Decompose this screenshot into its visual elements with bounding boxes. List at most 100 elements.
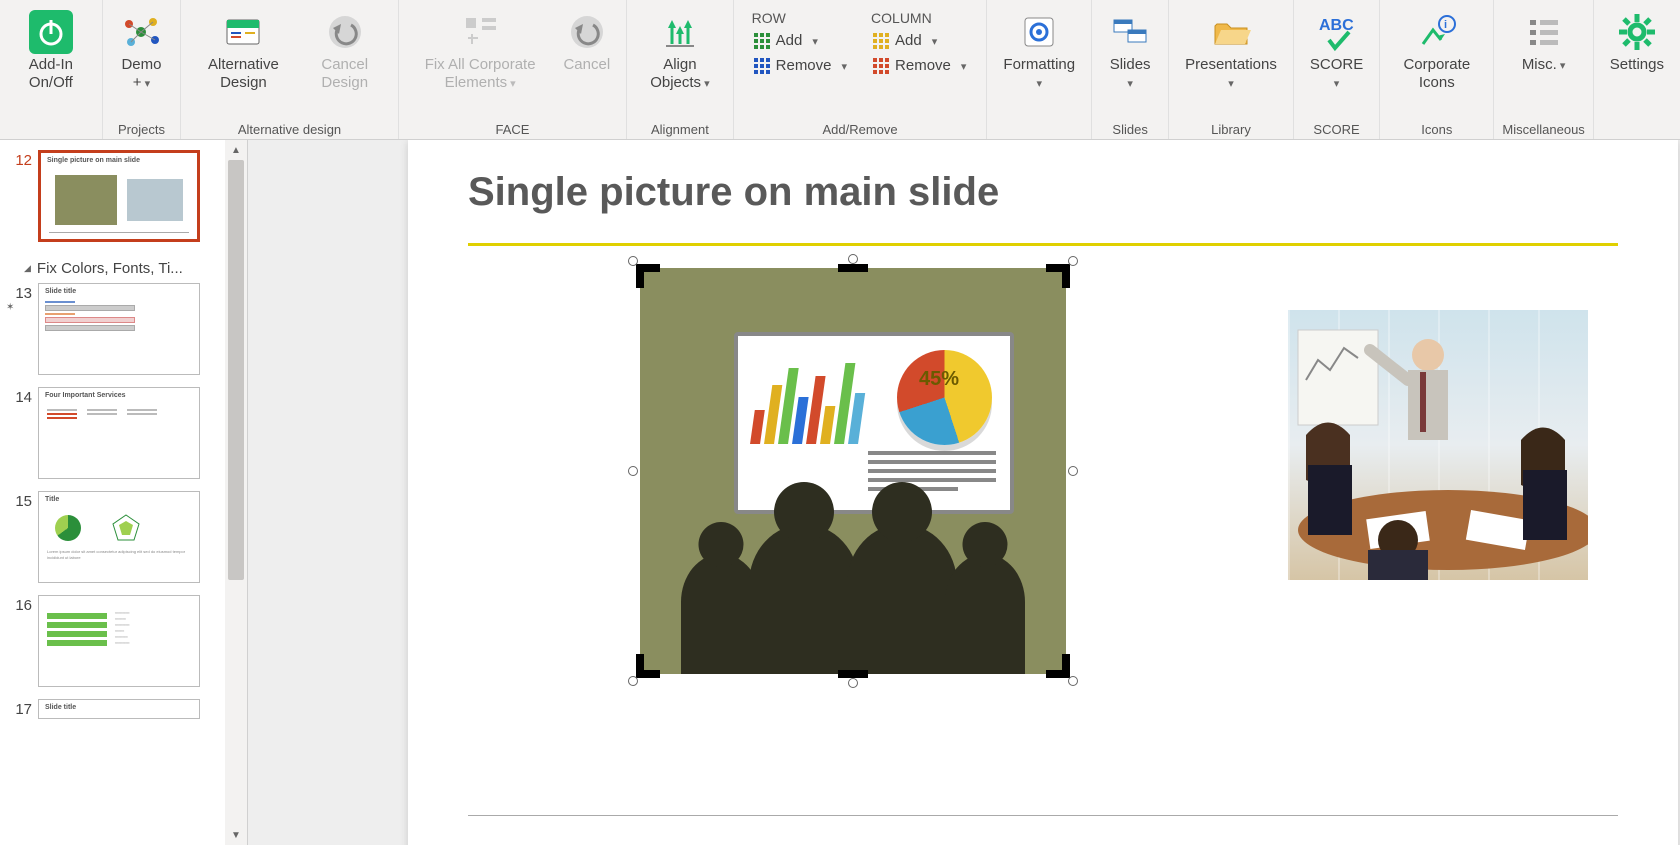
ribbon: Add-In On/Off Demo + Projects Alternativ…	[0, 0, 1680, 140]
presentations-button[interactable]: Presentations	[1177, 6, 1285, 96]
slide-thumbnail-13[interactable]: Slide title	[38, 283, 200, 375]
scroll-thumb[interactable]	[228, 160, 244, 580]
group-icons: i Corporate Icons Icons	[1380, 0, 1494, 139]
settings-button[interactable]: Settings	[1602, 6, 1672, 78]
slide-number: 17	[6, 699, 32, 718]
selection-handle-bl[interactable]	[628, 676, 638, 686]
selection-handle-tr[interactable]	[1068, 256, 1078, 266]
crop-handle-top[interactable]	[838, 264, 868, 272]
selection-handle-tl[interactable]	[628, 256, 638, 266]
addin-onoff-button[interactable]: Add-In On/Off	[8, 6, 94, 96]
fix-icon	[458, 10, 502, 54]
slide-footer-line	[468, 815, 1618, 816]
slide-thumbnail-panel: 12 Single picture on main slide Fix Colo…	[0, 140, 248, 845]
abc-check-icon: ABC	[1315, 10, 1359, 54]
chevron-down-icon	[957, 57, 967, 74]
slide-thumbnail-15[interactable]: Title Lorem ipsum dolor sit amet consect…	[38, 491, 200, 583]
demo-button[interactable]: Demo +	[111, 6, 172, 96]
scroll-track[interactable]	[225, 160, 247, 825]
formatting-label: Formatting	[1003, 56, 1075, 92]
illustration-bars	[750, 359, 872, 444]
slide-number: 15	[6, 491, 32, 510]
crop-handle-bl[interactable]	[636, 654, 660, 678]
chevron-down-icon	[838, 57, 848, 74]
thumbnail-row: 15 Title Lorem ipsum dolor sit amet cons…	[6, 491, 226, 583]
dots-icon	[754, 33, 770, 49]
align-objects-button[interactable]: Align Objects	[635, 6, 724, 96]
slide-thumbnail-17[interactable]: Slide title	[38, 699, 200, 719]
slides-icon	[1108, 10, 1152, 54]
thumbnail-row: 17 Slide title	[6, 699, 226, 719]
group-formatting: Formatting	[987, 0, 1092, 139]
slide-number: 14	[6, 387, 32, 406]
scroll-up-button[interactable]: ▲	[225, 140, 247, 160]
group-face: Fix All Corporate Elements Cancel FACE	[399, 0, 627, 139]
slide-canvas-area[interactable]: Single picture on main slide	[248, 140, 1680, 845]
alt-design-icon	[221, 10, 265, 54]
alternative-design-label: Alternative Design	[197, 56, 290, 92]
corporate-icons-label: Corporate Icons	[1396, 56, 1477, 92]
group-projects: Demo + Projects	[103, 0, 181, 139]
icons-group-label: Icons	[1421, 120, 1452, 137]
slide-number: 12	[6, 150, 32, 169]
misc-group-label: Miscellaneous	[1502, 120, 1584, 137]
illustration-pie: 45%	[897, 350, 992, 445]
selection-handle-top[interactable]	[848, 254, 858, 264]
col-remove-button[interactable]: Remove	[871, 53, 968, 78]
presentations-label: Presentations	[1185, 56, 1277, 92]
slide-number: 16	[6, 595, 32, 614]
slide-thumbnail-16[interactable]: ━━━━━━━━━━━━━━━━━━━━━━━━━━━━━━━━━━━━━━━━…	[38, 595, 200, 687]
picture-photo[interactable]	[1288, 310, 1588, 580]
group-settings: Settings	[1594, 0, 1680, 139]
section-header[interactable]: Fix Colors, Fonts, Ti...	[6, 254, 226, 283]
main-area: 12 Single picture on main slide Fix Colo…	[0, 140, 1680, 845]
corporate-icons-button[interactable]: i Corporate Icons	[1388, 6, 1485, 96]
thumbnail-scrollbar[interactable]: ▲ ▼	[225, 140, 247, 845]
align-objects-label: Align Objects	[643, 56, 716, 92]
face-group-label: FACE	[496, 120, 530, 137]
score-button[interactable]: ABC SCORE	[1302, 6, 1371, 96]
library-group-label: Library	[1211, 120, 1251, 137]
illustration-screen: 45%	[734, 332, 1014, 514]
corporate-icons-icon: i	[1415, 10, 1459, 54]
cancel-face-button: Cancel	[555, 6, 618, 78]
thumbnail-row: 14 Four Important Services	[6, 387, 226, 479]
crop-handle-br[interactable]	[1046, 654, 1070, 678]
slide-thumbnail-14[interactable]: Four Important Services	[38, 387, 200, 479]
cancel-face-label: Cancel	[563, 56, 610, 74]
chevron-down-icon	[808, 32, 818, 49]
alignment-group-label: Alignment	[651, 120, 709, 137]
selection-handle-br[interactable]	[1068, 676, 1078, 686]
selection-handle-bottom[interactable]	[848, 678, 858, 688]
svg-text:ABC: ABC	[1319, 17, 1354, 34]
formatting-button[interactable]: Formatting	[995, 6, 1083, 96]
illustration-audience	[650, 514, 1056, 674]
slide-title[interactable]: Single picture on main slide	[468, 170, 1618, 215]
align-icon	[658, 10, 702, 54]
projects-group-label: Projects	[118, 120, 165, 137]
power-icon	[29, 10, 73, 54]
scroll-down-button[interactable]: ▼	[225, 825, 247, 845]
slide[interactable]: Single picture on main slide	[408, 140, 1678, 845]
row-remove-button[interactable]: Remove	[752, 53, 849, 78]
slides-button[interactable]: Slides	[1100, 6, 1160, 96]
selected-picture[interactable]: 45%	[640, 268, 1066, 674]
selection-handle-right[interactable]	[1068, 466, 1078, 476]
row-add-button[interactable]: Add	[752, 28, 820, 53]
slides-label: Slides	[1108, 56, 1152, 92]
thumbnail-row: 13 ✶ Slide title	[6, 283, 226, 375]
slide-thumbnail-12[interactable]: Single picture on main slide	[38, 150, 200, 242]
misc-button[interactable]: Misc.	[1514, 6, 1574, 78]
selection-handle-left[interactable]	[628, 466, 638, 476]
alternative-design-button[interactable]: Alternative Design	[189, 6, 298, 96]
group-library: Presentations Library	[1169, 0, 1294, 139]
crop-handle-bottom[interactable]	[838, 670, 868, 678]
col-add-button[interactable]: Add	[871, 28, 939, 53]
picture-illustration: 45%	[640, 268, 1066, 674]
pie-value: 45%	[919, 368, 959, 391]
thumbnail-list: 12 Single picture on main slide Fix Colo…	[0, 140, 226, 729]
misc-label: Misc.	[1522, 56, 1566, 74]
crop-handle-tl[interactable]	[636, 264, 660, 288]
group-addin: Add-In On/Off	[0, 0, 103, 139]
crop-handle-tr[interactable]	[1046, 264, 1070, 288]
